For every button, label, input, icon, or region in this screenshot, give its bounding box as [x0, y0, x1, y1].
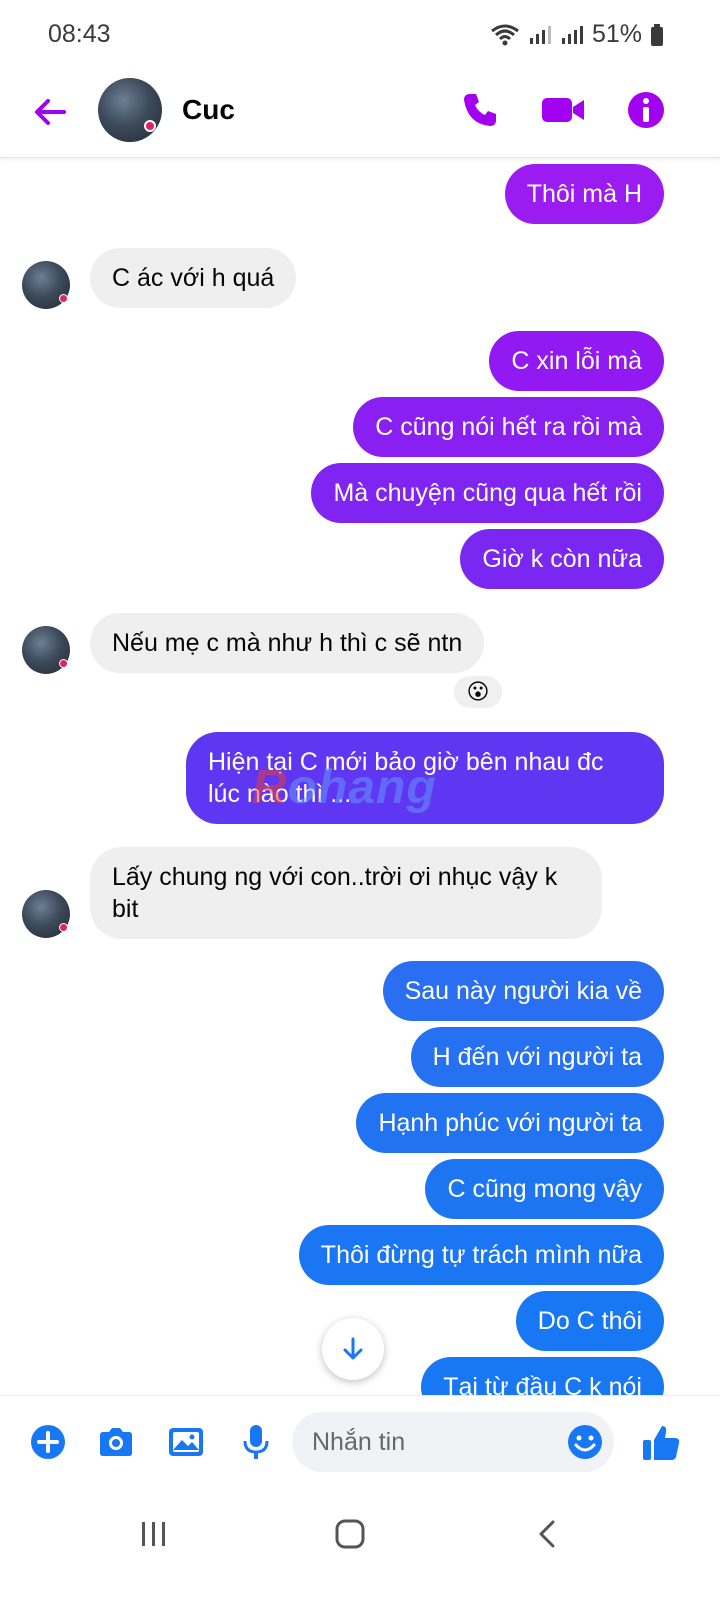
emoji-icon[interactable]: [566, 1423, 604, 1461]
image-icon[interactable]: [166, 1422, 206, 1462]
message-bubble-outgoing[interactable]: Giờ k còn nữa: [460, 529, 664, 589]
phone-call-icon[interactable]: [460, 90, 500, 130]
active-status-dot: [59, 659, 68, 668]
battery-level: 51%: [591, 20, 642, 48]
message-bubble-outgoing[interactable]: H đến với người ta: [410, 1027, 664, 1087]
microphone-icon[interactable]: [236, 1422, 276, 1462]
message-bubble-incoming[interactable]: Nếu mẹ c mà như h thì c sẽ ntn: [90, 613, 485, 673]
active-status-dot: [59, 923, 68, 932]
message-bubble-outgoing[interactable]: C xin lỗi mà: [489, 331, 664, 391]
message-bubble-outgoing[interactable]: C cũng mong vậy: [425, 1159, 664, 1219]
info-icon[interactable]: [626, 90, 666, 130]
signal-icon-2: [561, 25, 583, 44]
watermark-logo: Rohang: [252, 760, 437, 815]
message-bubble-outgoing[interactable]: Mà chuyện cũng qua hết rồi: [311, 463, 664, 523]
reaction-wow-emoji[interactable]: 😮: [452, 674, 504, 710]
message-bubble-outgoing[interactable]: Thôi đừng tự trách mình nữa: [298, 1225, 664, 1285]
message-thread[interactable]: Thôi mà H C ác với h quá C xin lỗi mà C …: [0, 160, 720, 1422]
message-bubble-incoming[interactable]: C ác với h quá: [90, 248, 297, 308]
camera-icon[interactable]: [96, 1422, 136, 1462]
system-navigation-bar: [0, 1490, 720, 1600]
watermark-rest: ohang: [287, 761, 437, 814]
contact-avatar-small: [22, 626, 70, 674]
watermark-r: R: [252, 761, 288, 814]
message-composer: [0, 1395, 720, 1490]
scroll-to-bottom-button[interactable]: [322, 1318, 384, 1380]
thumbs-up-icon[interactable]: [640, 1422, 682, 1464]
home-icon[interactable]: [330, 1514, 370, 1554]
status-bar: 08:43 51%: [0, 0, 720, 72]
plus-icon[interactable]: [28, 1422, 68, 1462]
message-bubble-outgoing[interactable]: Thôi mà H: [504, 164, 664, 224]
active-status-dot: [144, 120, 156, 132]
contact-avatar-small: [22, 261, 70, 309]
status-indicators: 51%: [490, 20, 664, 49]
contact-avatar-small: [22, 890, 70, 938]
signal-icon: [529, 25, 551, 44]
status-time: 08:43: [48, 20, 111, 48]
message-bubble-incoming[interactable]: Lấy chung ng với con..trời ơi nhục vậy k…: [90, 847, 602, 939]
battery-icon: [651, 23, 663, 46]
message-bubble-outgoing[interactable]: Sau này người kia về: [382, 961, 664, 1021]
contact-avatar[interactable]: [98, 78, 162, 142]
active-status-dot: [59, 294, 68, 303]
arrow-down-icon: [343, 1337, 363, 1360]
back-icon[interactable]: [528, 1514, 568, 1554]
video-call-icon[interactable]: [540, 90, 586, 130]
message-bubble-outgoing[interactable]: Hạnh phúc với người ta: [356, 1093, 664, 1153]
contact-name[interactable]: Cuc: [182, 94, 235, 126]
wifi-icon: [491, 24, 519, 45]
back-arrow-icon[interactable]: [28, 90, 72, 134]
message-bubble-outgoing[interactable]: C cũng nói hết ra rồi mà: [353, 397, 664, 457]
message-bubble-outgoing[interactable]: Do C thôi: [515, 1291, 664, 1351]
chat-header: Cuc: [0, 72, 720, 158]
recent-apps-icon[interactable]: [134, 1514, 174, 1554]
